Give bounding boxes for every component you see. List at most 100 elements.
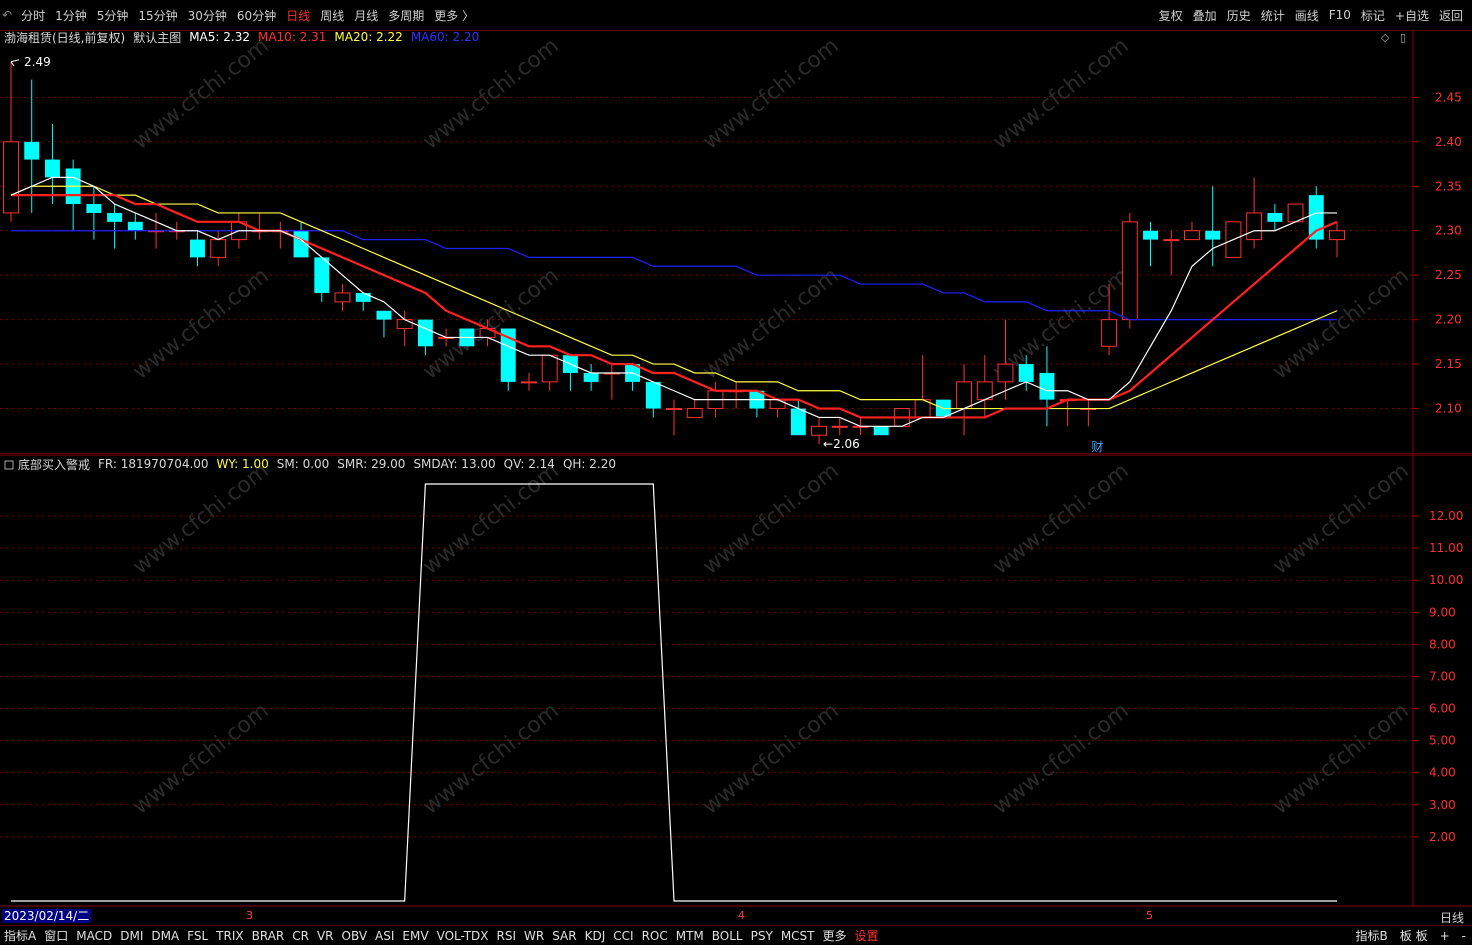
candle-body (1246, 212, 1263, 241)
indicator-tab[interactable]: WR (520, 929, 548, 943)
indicator-tab[interactable]: VOL-TDX (433, 929, 493, 943)
indicator-tab[interactable]: ASI (371, 929, 398, 943)
period-tab[interactable]: 30分钟 (183, 7, 232, 24)
indicator-tab[interactable]: EMV (398, 929, 432, 943)
indicator-tick-label: 9.00 (1429, 605, 1456, 619)
watermark-text: www.cfchi.com (988, 458, 1133, 579)
indicator-tab[interactable]: BOLL (708, 929, 747, 943)
date-axis: 2023/02/14/二 3 4 5 日线 (0, 907, 1472, 925)
back-arrow-icon[interactable]: ↶ (0, 8, 16, 22)
candle-body (831, 425, 848, 428)
candle-body (1308, 195, 1324, 240)
candle-body (811, 425, 827, 436)
stock-title[interactable]: 渤海租赁(日线,前复权) (4, 29, 125, 46)
smr-value: SMR: 29.00 (337, 457, 406, 471)
indicator-tab[interactable]: KDJ (581, 929, 610, 943)
watermark-text: www.cfchi.com (418, 33, 563, 154)
expand-icon[interactable]: ▯ (1400, 31, 1406, 44)
period-tab[interactable]: 周线 (315, 7, 349, 24)
toolbar-button[interactable]: 返回 (1434, 7, 1468, 24)
period-tab[interactable]: 多周期 (383, 7, 429, 24)
ma10-label: MA10: 2.31 (257, 30, 327, 44)
watermark-text: www.cfchi.com (1268, 263, 1413, 384)
candle-body (190, 239, 205, 258)
indicator-tab[interactable]: FSL (183, 929, 212, 943)
ma5-label: MA5: 2.32 (189, 30, 250, 44)
indicator-tab[interactable]: CR (288, 929, 313, 943)
indicator-b-tab[interactable]: - (1456, 929, 1472, 943)
indicator-tab[interactable]: SAR (548, 929, 580, 943)
period-tab[interactable]: 日线 (281, 7, 315, 24)
period-tab[interactable]: 60分钟 (232, 7, 281, 24)
indicator-tick-label: 4.00 (1429, 766, 1456, 780)
period-tab[interactable]: 更多 〉 (429, 7, 479, 24)
indicator-tick-label: 10.00 (1429, 573, 1463, 587)
indicator-tick-label: 8.00 (1429, 637, 1456, 651)
indicator-b-tab[interactable]: 板 板 (1394, 927, 1434, 944)
toolbar-button[interactable]: 标记 (1356, 7, 1390, 24)
indicator-name[interactable]: 底部买入警戒 (18, 456, 90, 473)
candle-body (769, 399, 786, 410)
indicator-tab[interactable]: VR (313, 929, 338, 943)
current-date-label: 2023/02/14/二 (2, 909, 92, 923)
indicator-tab[interactable]: BRAR (248, 929, 289, 943)
indicator-tab[interactable]: OBV (338, 929, 372, 943)
period-tab[interactable]: 分时 (16, 7, 50, 24)
watermark-text: www.cfchi.com (988, 33, 1133, 154)
candle-body (86, 204, 102, 213)
toolbar-button[interactable]: 历史 (1222, 7, 1256, 24)
indicator-tab[interactable]: MACD (72, 929, 116, 943)
toolbar-button[interactable]: 画线 (1290, 7, 1324, 24)
indicator-tab[interactable]: 指标A (0, 927, 40, 944)
period-tab[interactable]: 5分钟 (92, 7, 134, 24)
indicator-chart[interactable]: 12.00 11.00 10.00 9.00 8.00 7.00 6.00 5.00 4.00 3… (0, 455, 1472, 907)
period-toolbar: ↶ 分时 1分钟 5分钟 15分钟 30分钟 60分钟 日线 周线 月线 多周期 更多 〉 复权 叠加历… (0, 0, 1472, 31)
indicator-tick-label: 3.00 (1429, 798, 1456, 812)
indicator-tab[interactable]: 设置 (851, 927, 883, 944)
candle-body (24, 141, 40, 160)
indicator-tab[interactable]: DMA (147, 929, 183, 943)
toolbar-button[interactable]: F10 (1324, 8, 1356, 22)
candle-body (645, 381, 661, 409)
smday-value: SMDAY: 13.00 (413, 457, 496, 471)
price-tick-label: 2.25 (1435, 268, 1462, 282)
period-tab[interactable]: 1分钟 (50, 7, 92, 24)
candle-body (1163, 239, 1180, 242)
indicator-tick-label: 6.00 (1429, 702, 1456, 716)
watermark-text: www.cfchi.com (418, 458, 563, 579)
toolbar-button[interactable]: +自选 (1390, 7, 1434, 24)
indicator-tab[interactable]: 窗口 (40, 927, 72, 944)
price-tick-label: 2.35 (1435, 179, 1462, 193)
indicator-tab[interactable]: DMI (116, 929, 147, 943)
diamond-icon[interactable]: ◇ (1381, 31, 1389, 44)
indicator-tab[interactable]: CCI (609, 929, 637, 943)
candle-body (107, 212, 123, 222)
toolbar-actions: 复权 叠加 历史 统计 画线 F10 标记 +自选 返回 (1154, 0, 1468, 30)
watermark-text: www.cfchi.com (128, 263, 273, 384)
period-tab[interactable]: 15分钟 (133, 7, 182, 24)
indicator-b-tab[interactable]: + (1434, 929, 1456, 943)
indicator-b-tab[interactable]: 指标B (1350, 927, 1394, 944)
indicator-tab[interactable]: 更多 (819, 927, 851, 944)
candle-body (541, 354, 558, 383)
indicator-tab[interactable]: ROC (638, 929, 672, 943)
template-label[interactable]: 默认主图 (133, 29, 181, 46)
price-tick-label: 2.30 (1435, 224, 1462, 238)
indicator-tab[interactable]: MCST (777, 929, 819, 943)
kline-chart[interactable]: 2.45 2.40 2.35 2.30 2.25 2.20 2.15 2.10 www.cfch… (0, 30, 1472, 455)
ma20-line (10, 185, 1338, 410)
indicator-tab[interactable]: RSI (493, 929, 521, 943)
watermark-text: www.cfchi.com (128, 698, 273, 819)
finance-marker: 财 (1091, 440, 1103, 454)
indicator-tab[interactable]: TRIX (212, 929, 247, 943)
period-tab[interactable]: 月线 (349, 7, 383, 24)
indicator-tab[interactable]: MTM (672, 929, 708, 943)
toolbar-button[interactable]: 复权 (1154, 7, 1188, 24)
toolbar-button[interactable]: 叠加 (1188, 7, 1222, 24)
high-arrow-icon (10, 59, 20, 67)
month-label: 3 (246, 909, 253, 922)
toolbar-button[interactable]: 统计 (1256, 7, 1290, 24)
indicator-line (11, 483, 1337, 902)
indicator-tab[interactable]: PSY (747, 929, 777, 943)
low-price-marker: ←2.06 (823, 437, 860, 451)
